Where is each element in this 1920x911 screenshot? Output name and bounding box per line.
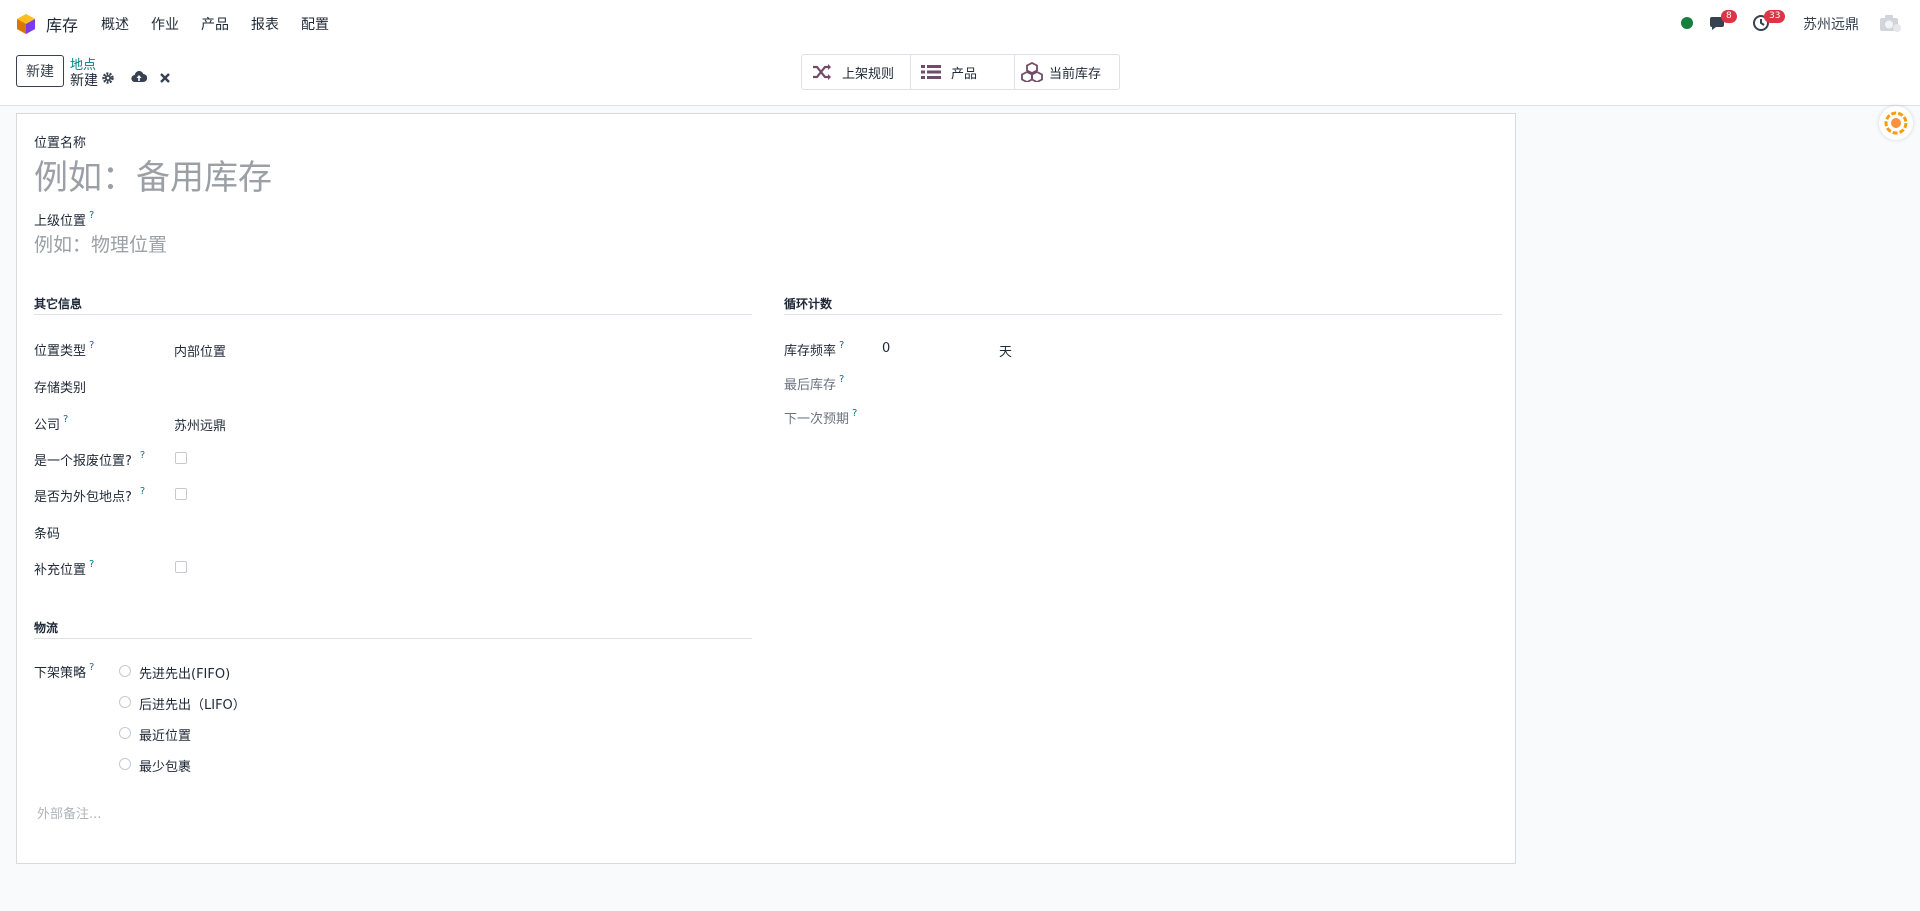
- smart-buttons: 上架规则 产品 当前库存: [801, 54, 1120, 90]
- removal-strategy-label: 下架策略?: [34, 662, 94, 681]
- menu-products[interactable]: 产品: [201, 14, 229, 34]
- radio-lifo[interactable]: [119, 696, 131, 708]
- replenish-location-checkbox[interactable]: [175, 561, 187, 573]
- radio-closest-location[interactable]: [119, 727, 131, 739]
- floating-assistant-icon[interactable]: [1879, 106, 1913, 140]
- help-icon[interactable]: ?: [89, 210, 94, 221]
- location-type-label: 位置类型?: [34, 340, 94, 359]
- logistics-group-title: 物流: [34, 619, 752, 639]
- new-button[interactable]: 新建: [16, 55, 64, 87]
- radio-lifo-label: 后进先出（LIFO）: [139, 698, 246, 713]
- company-label-text: 公司: [34, 418, 61, 433]
- inventory-app-icon[interactable]: [16, 13, 36, 35]
- inventory-frequency-input[interactable]: 0: [882, 341, 890, 356]
- cubes-icon: [1021, 62, 1043, 82]
- company-select[interactable]: 苏州远鼎: [174, 415, 226, 434]
- company-switcher[interactable]: 苏州远鼎: [1803, 14, 1859, 34]
- storage-category-input[interactable]: [174, 377, 734, 395]
- help-icon[interactable]: ?: [63, 414, 68, 425]
- close-icon[interactable]: [159, 72, 171, 84]
- top-navbar: 库存 概述 作业 产品 报表 配置 8 33 苏州远鼎: [0, 0, 1920, 46]
- radio-least-packages-label: 最少包裹: [139, 760, 192, 775]
- help-icon[interactable]: ?: [140, 486, 145, 497]
- putaway-rules-label: 上架规则: [842, 66, 895, 82]
- gear-icon[interactable]: [101, 71, 115, 85]
- parent-location-label: 上级位置?: [34, 210, 94, 229]
- current-stock-button[interactable]: 当前库存: [1015, 55, 1119, 89]
- help-icon[interactable]: ?: [839, 340, 844, 351]
- scrap-location-label-text: 是一个报废位置?: [34, 454, 132, 469]
- subcontract-location-label: 是否为外包地点??: [34, 486, 145, 505]
- activities-badge: 33: [1764, 10, 1786, 23]
- cyclic-counting-group-title: 循环计数: [784, 295, 1502, 315]
- camera-icon[interactable]: [1878, 13, 1902, 33]
- online-status-icon[interactable]: [1681, 17, 1693, 29]
- menu-reporting[interactable]: 报表: [251, 14, 279, 34]
- current-stock-label: 当前库存: [1049, 66, 1102, 82]
- subcontract-location-checkbox[interactable]: [175, 488, 187, 500]
- menu-operations[interactable]: 作业: [151, 14, 179, 34]
- putaway-rules-button[interactable]: 上架规则: [802, 55, 911, 89]
- barcode-label: 条码: [34, 527, 61, 542]
- inventory-frequency-label-text: 库存频率: [784, 344, 837, 359]
- main-menu: 概述 作业 产品 报表 配置: [101, 14, 351, 34]
- location-type-label-text: 位置类型: [34, 344, 87, 359]
- app-title[interactable]: 库存: [46, 12, 78, 36]
- radio-least-packages[interactable]: [119, 758, 131, 770]
- company-label: 公司?: [34, 414, 68, 433]
- radio-closest-location-label: 最近位置: [139, 729, 192, 744]
- form-sheet: 位置名称 例如：备用库存 上级位置? 例如：物理位置 其它信息 位置类型? 内部…: [16, 113, 1516, 864]
- frequency-unit: 天: [999, 345, 1013, 360]
- help-icon[interactable]: ?: [140, 450, 145, 461]
- removal-strategy-label-text: 下架策略: [34, 666, 87, 681]
- location-type-select[interactable]: 内部位置: [174, 341, 226, 360]
- next-expected-label-text: 下一次预期: [784, 412, 850, 427]
- inventory-frequency-label: 库存频率?: [784, 340, 844, 359]
- shuffle-icon: [813, 64, 831, 80]
- other-info-group-title: 其它信息: [34, 295, 752, 315]
- scrap-location-label: 是一个报废位置??: [34, 450, 145, 469]
- subcontract-location-label-text: 是否为外包地点?: [34, 490, 132, 505]
- messages-badge: 8: [1721, 10, 1737, 23]
- help-icon[interactable]: ?: [89, 340, 94, 351]
- parent-location-label-text: 上级位置: [34, 214, 87, 229]
- location-name-label: 位置名称: [34, 136, 87, 151]
- last-inventory-label: 最后库存?: [784, 374, 844, 393]
- replenish-location-label-text: 补充位置: [34, 563, 87, 578]
- help-icon[interactable]: ?: [89, 559, 94, 570]
- products-button[interactable]: 产品: [911, 55, 1015, 89]
- products-label: 产品: [951, 66, 978, 82]
- cloud-upload-icon[interactable]: [131, 70, 147, 84]
- list-icon: [921, 65, 941, 79]
- storage-category-label: 存储类别: [34, 381, 87, 396]
- help-icon[interactable]: ?: [839, 374, 844, 385]
- next-expected-label: 下一次预期?: [784, 408, 857, 427]
- help-icon[interactable]: ?: [89, 662, 94, 673]
- scrap-location-checkbox[interactable]: [175, 452, 187, 464]
- replenish-location-label: 补充位置?: [34, 559, 94, 578]
- radio-fifo[interactable]: [119, 665, 131, 677]
- location-name-input[interactable]: 例如：备用库存: [34, 150, 272, 199]
- parent-location-input[interactable]: 例如：物理位置: [34, 230, 167, 257]
- help-icon[interactable]: ?: [852, 408, 857, 419]
- control-panel: 新建 地点 新建 上架规则 产品 当前库存: [0, 46, 1920, 106]
- barcode-input[interactable]: [174, 523, 734, 541]
- menu-overview[interactable]: 概述: [101, 14, 129, 34]
- external-note-input[interactable]: 外部备注...: [37, 803, 101, 822]
- menu-configuration[interactable]: 配置: [301, 14, 329, 34]
- last-inventory-label-text: 最后库存: [784, 378, 837, 393]
- radio-fifo-label: 先进先出(FIFO): [139, 667, 231, 682]
- record-title: 新建: [70, 73, 98, 89]
